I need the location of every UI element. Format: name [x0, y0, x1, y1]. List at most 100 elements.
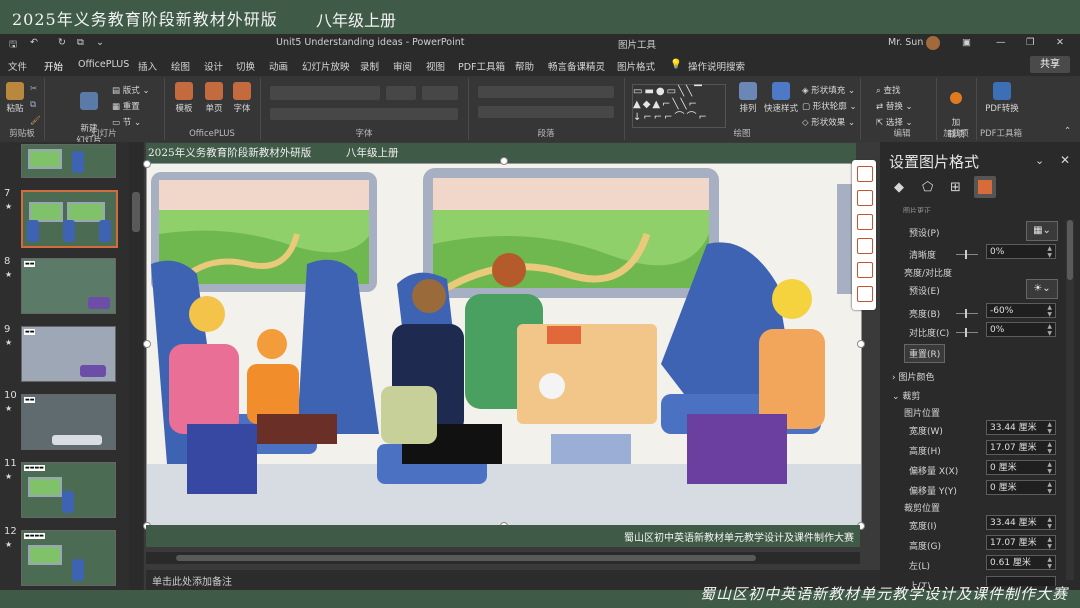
focus-icon[interactable]: [857, 238, 873, 254]
tab-officeplus[interactable]: OfficePLUS: [78, 59, 129, 70]
picture-color-expander[interactable]: › 图片颜色: [892, 370, 934, 383]
paste-button[interactable]: 粘贴: [4, 82, 26, 114]
pane-scrollbar[interactable]: [1066, 220, 1074, 580]
tab-pdf-tools[interactable]: PDF工具箱: [458, 59, 505, 73]
resize-handle[interactable]: [143, 160, 151, 168]
alignment-buttons[interactable]: [478, 106, 614, 118]
pane-close-icon[interactable]: ✕: [1060, 153, 1070, 167]
scrollbar-thumb[interactable]: [132, 192, 140, 232]
tab-changyan[interactable]: 畅言备课精灵: [548, 59, 605, 73]
effects-icon[interactable]: ⬠: [922, 180, 933, 195]
tab-home[interactable]: 开始: [44, 59, 64, 78]
brightness-input[interactable]: -60% ▲ ▼: [986, 303, 1056, 318]
tab-animations[interactable]: 动画: [269, 59, 288, 73]
font-name-dropdown[interactable]: [270, 86, 380, 100]
tab-review[interactable]: 审阅: [393, 59, 412, 73]
shapes-gallery[interactable]: ▭▬●▭╲╲▔ ▲◆▲⌐╲╲⌐ ↓⌐⌐⌐⌒⌒⌐: [632, 84, 726, 128]
brightness-slider[interactable]: [956, 309, 978, 318]
canvas-horizontal-scrollbar[interactable]: [146, 552, 860, 564]
tell-me-search[interactable]: 操作说明搜索: [688, 59, 745, 73]
slide-thumbnail[interactable]: ▬▬: [21, 394, 116, 450]
layout-options-icon[interactable]: [857, 190, 873, 206]
undo-icon[interactable]: ↶: [30, 37, 38, 48]
copy-icon[interactable]: ⧉: [30, 100, 36, 110]
resize-handle[interactable]: [500, 157, 508, 165]
avatar[interactable]: [926, 36, 940, 50]
cut-icon[interactable]: ✂: [30, 84, 37, 94]
width-input[interactable]: 33.44 厘米 ▲ ▼: [986, 420, 1056, 435]
list-buttons[interactable]: [478, 86, 614, 98]
layout-button[interactable]: ▤ 版式 ⌄: [112, 84, 150, 96]
change-picture-icon[interactable]: [857, 262, 873, 278]
reset-button[interactable]: 重置(R): [904, 344, 946, 363]
sharpness-input[interactable]: 0% ▲ ▼: [986, 244, 1056, 259]
slide-thumbnail[interactable]: ▬▬▬▬: [21, 530, 116, 586]
replace-button[interactable]: ⇄ 替换 ⌄: [876, 100, 913, 112]
arrange-button[interactable]: 排列: [734, 82, 762, 114]
ribbon-display-icon[interactable]: ▣: [962, 37, 971, 48]
fill-line-icon[interactable]: ◆: [894, 180, 904, 195]
slide-thumbnail[interactable]: ▬▬: [21, 326, 116, 382]
pane-options-icon[interactable]: ⌄: [1035, 154, 1044, 167]
crop-height-input[interactable]: 17.07 厘米 ▲ ▼: [986, 535, 1056, 550]
tab-insert[interactable]: 插入: [138, 59, 157, 73]
single-page-button[interactable]: 单页: [202, 82, 226, 114]
slide-thumbnail[interactable]: ▬▬: [21, 258, 116, 314]
font-format-buttons[interactable]: [270, 108, 458, 120]
font-size-buttons[interactable]: [422, 86, 458, 100]
minimize-icon[interactable]: —: [996, 37, 1006, 48]
contrast-slider[interactable]: [956, 328, 978, 337]
reset-button[interactable]: ▦ 重置: [112, 100, 140, 112]
redo-icon[interactable]: ↻: [58, 37, 66, 48]
bc-preset-dropdown[interactable]: ☀⌄: [1026, 279, 1058, 299]
font-size-dropdown[interactable]: [386, 86, 416, 100]
offset-x-input[interactable]: 0 厘米 ▲ ▼: [986, 460, 1056, 475]
sharpness-slider[interactable]: [956, 250, 978, 259]
height-input[interactable]: 17.07 厘米 ▲ ▼: [986, 440, 1056, 455]
present-icon[interactable]: ⧉: [77, 37, 84, 48]
pdf-convert-button[interactable]: PDF转换: [980, 82, 1024, 114]
crop-expander[interactable]: ⌄ 裁剪: [892, 389, 920, 402]
quick-styles-button[interactable]: 快速样式: [764, 82, 798, 114]
tab-record[interactable]: 录制: [360, 59, 379, 73]
user-name[interactable]: Mr. Sun: [888, 37, 923, 48]
scrollbar-thumb[interactable]: [1067, 220, 1073, 280]
slide-thumbnail[interactable]: ▬▬▬▬: [21, 462, 116, 518]
collapse-ribbon-icon[interactable]: ⌃: [1064, 126, 1071, 136]
slide-thumbnail[interactable]: [21, 144, 116, 178]
share-button[interactable]: 共享: [1030, 56, 1070, 73]
tab-help[interactable]: 帮助: [515, 59, 534, 73]
tab-picture-format[interactable]: 图片格式: [617, 59, 655, 73]
resize-handle[interactable]: [143, 340, 151, 348]
format-painter-icon[interactable]: 🖌: [30, 116, 41, 126]
offset-y-input[interactable]: 0 厘米 ▲ ▼: [986, 480, 1056, 495]
tab-transitions[interactable]: 切换: [236, 59, 255, 73]
thumbnail-scrollbar[interactable]: [129, 142, 143, 590]
tab-view[interactable]: 视图: [426, 59, 445, 73]
customize-qat-icon[interactable]: ⌄: [96, 37, 104, 48]
crop-width-input[interactable]: 33.44 厘米 ▲ ▼: [986, 515, 1056, 530]
close-icon[interactable]: ✕: [1056, 37, 1064, 48]
tab-draw[interactable]: 绘图: [171, 59, 190, 73]
tab-file[interactable]: 文件: [8, 59, 27, 73]
picture-icon[interactable]: [974, 176, 996, 198]
size-properties-icon[interactable]: ⊞: [950, 180, 961, 195]
notes-placeholder[interactable]: 单击此处添加备注: [152, 573, 232, 588]
font-button[interactable]: 字体: [230, 82, 254, 114]
scrollbar-thumb[interactable]: [176, 555, 756, 561]
lightbulb-icon[interactable]: 💡: [670, 59, 682, 70]
tab-design[interactable]: 设计: [204, 59, 223, 73]
selected-picture[interactable]: [146, 163, 862, 527]
find-button[interactable]: ⌕ 查找: [876, 84, 900, 96]
resize-handle[interactable]: [857, 340, 865, 348]
align-icon[interactable]: [857, 286, 873, 302]
preset-dropdown[interactable]: ▦⌄: [1026, 221, 1058, 241]
slide-thumbnail-selected[interactable]: [21, 190, 118, 248]
restore-icon[interactable]: ❐: [1026, 37, 1035, 48]
save-icon[interactable]: 🖫: [9, 37, 17, 53]
contrast-input[interactable]: 0% ▲ ▼: [986, 322, 1056, 337]
crop-icon[interactable]: [857, 166, 873, 182]
crop-left-input[interactable]: 0.61 厘米 ▲ ▼: [986, 555, 1056, 570]
shape-outline-button[interactable]: ▢ 形状轮廓 ⌄: [802, 100, 857, 112]
tab-slideshow[interactable]: 幻灯片放映: [302, 59, 350, 73]
